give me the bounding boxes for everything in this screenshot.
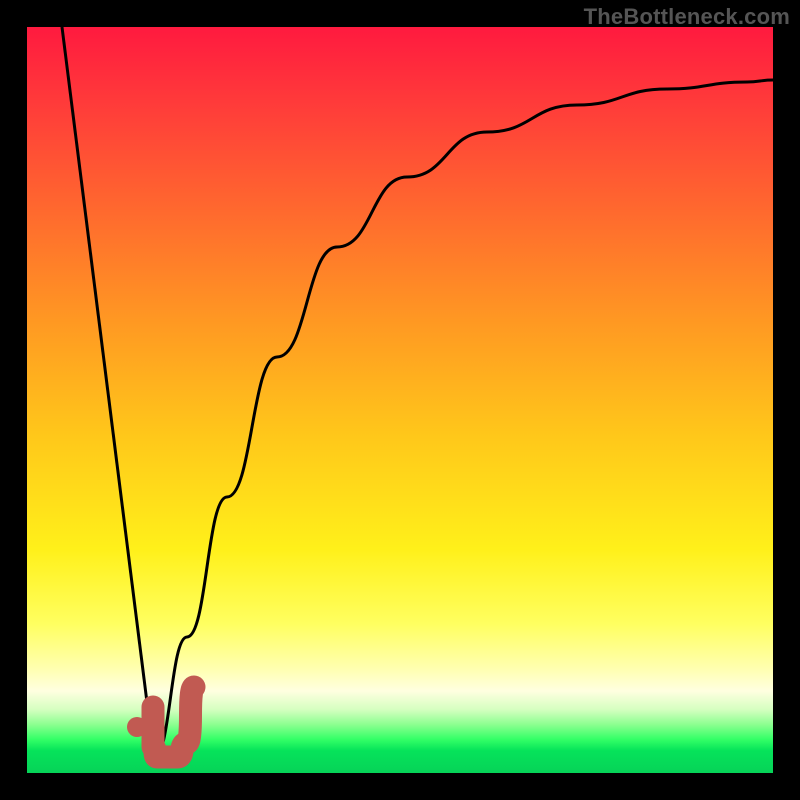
chart-overlay <box>27 27 773 773</box>
curve-right-branch <box>154 80 773 758</box>
curve-left-branch <box>62 27 154 758</box>
optimum-marker-hook <box>153 687 194 757</box>
optimum-marker-dot <box>127 717 147 737</box>
